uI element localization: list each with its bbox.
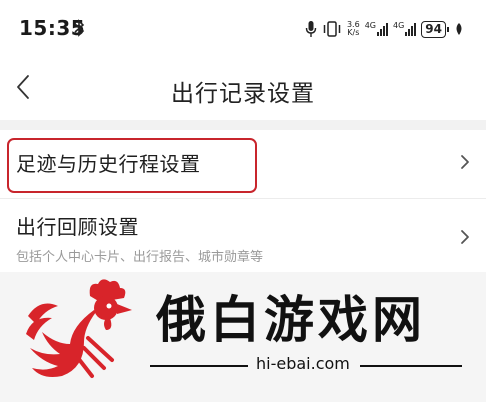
row-subtitle: 包括个人中心卡片、出行报告、城市勋章等 [16, 250, 264, 265]
microphone-icon [305, 21, 317, 37]
section-divider [0, 120, 486, 130]
signal-bars-icon [405, 22, 417, 36]
highlight-annotation [7, 138, 257, 193]
rooster-logo-icon [26, 279, 132, 378]
watermark-title: 俄白游戏网 [156, 290, 426, 349]
network-speed: 3.6 K/s [347, 21, 360, 37]
status-icons: 3.6 K/s 4G 4G 94 [305, 17, 464, 41]
signal-bars-icon [377, 22, 388, 36]
chevron-right-icon [461, 230, 469, 244]
status-bar: 15:35 3.6 K/s 4G 4G 94 [0, 0, 486, 58]
network-type-2: 4G [393, 21, 405, 30]
divider-line [150, 365, 248, 367]
signal-1: 4G [365, 22, 388, 36]
trip-review-settings-row[interactable]: 出行回顾设置 包括个人中心卡片、出行报告、城市勋章等 [0, 198, 486, 272]
bluetooth-icon [74, 19, 85, 37]
leaf-icon [456, 23, 462, 35]
vibrate-icon [323, 21, 341, 37]
chevron-right-icon [461, 155, 469, 169]
watermark: 俄白游戏网 hi-ebai.com [0, 268, 486, 402]
watermark-url: hi-ebai.com [256, 354, 350, 373]
battery-indicator: 94 [421, 20, 449, 38]
nav-bar: 出行记录设置 [0, 58, 486, 120]
divider-line [360, 365, 462, 367]
row-title: 出行回顾设置 [16, 215, 139, 239]
signal-2: 4G [393, 21, 417, 36]
speed-unit: K/s [347, 28, 360, 37]
page-title: 出行记录设置 [171, 81, 315, 107]
network-type-1: 4G [364, 21, 376, 30]
